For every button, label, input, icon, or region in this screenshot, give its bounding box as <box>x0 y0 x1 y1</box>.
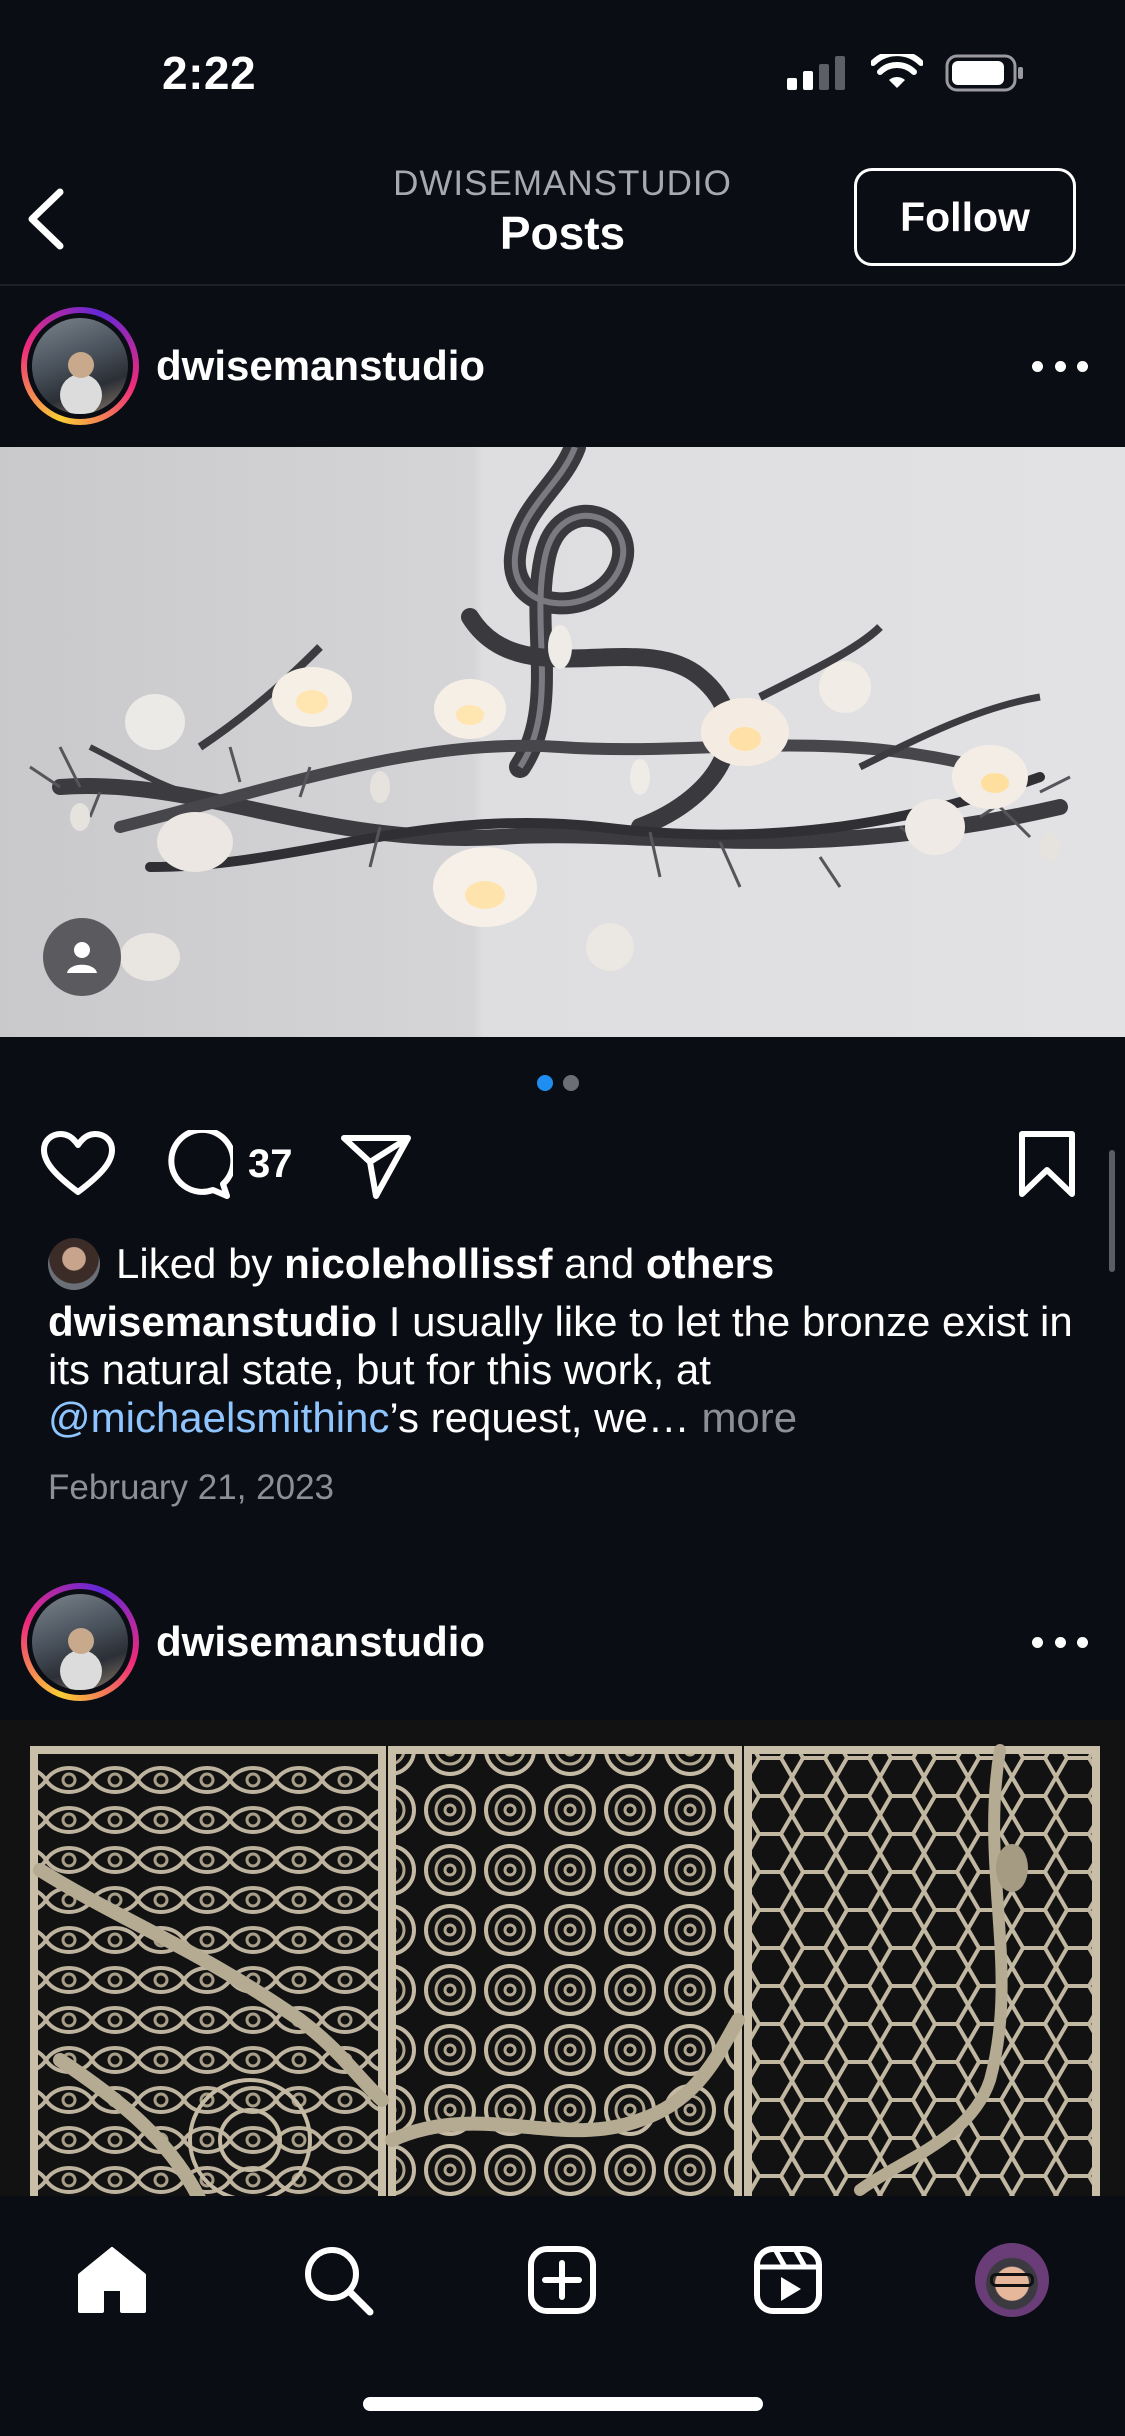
caption-username[interactable]: dwisemanstudio <box>48 1298 377 1345</box>
chandelier-photo <box>29 447 1071 981</box>
post-avatar[interactable] <box>21 1583 139 1701</box>
send-icon <box>341 1135 411 1199</box>
bookmark-icon <box>1019 1131 1075 1197</box>
search-icon <box>305 2247 374 2316</box>
liked-by-user[interactable]: nicolehollissf <box>284 1240 552 1287</box>
profile-avatar <box>975 2243 1049 2317</box>
tagged-people-button[interactable] <box>43 918 121 996</box>
follow-button[interactable]: Follow <box>854 168 1076 266</box>
share-button[interactable] <box>340 1130 412 1200</box>
post-image[interactable] <box>0 1720 1125 2200</box>
tab-profile[interactable] <box>972 2240 1052 2320</box>
save-button[interactable] <box>1018 1130 1076 1198</box>
bronze-screen-photo <box>0 1720 1125 2200</box>
post-date: February 21, 2023 <box>48 1468 335 1507</box>
tab-search[interactable] <box>298 2240 378 2320</box>
scrollbar[interactable] <box>1109 1150 1115 1272</box>
comment-button[interactable] <box>163 1130 233 1200</box>
tab-home[interactable] <box>72 2240 152 2320</box>
carousel-dot <box>563 1075 579 1091</box>
caption-text-2: ’s request, we… <box>389 1394 702 1441</box>
caption-mention[interactable]: @michaelsmithinc <box>48 1394 389 1441</box>
home-indicator <box>363 2397 763 2411</box>
carousel-dot-active <box>537 1075 553 1091</box>
post-avatar[interactable] <box>21 307 139 425</box>
status-icons <box>787 54 1025 92</box>
post-username[interactable]: dwisemanstudio <box>156 342 485 390</box>
create-icon <box>528 2246 596 2314</box>
wifi-icon <box>871 54 923 88</box>
reels-icon <box>754 2246 822 2314</box>
battery-icon <box>945 54 1023 92</box>
home-icon <box>78 2247 146 2313</box>
heart-icon <box>41 1131 115 1195</box>
carousel-indicator <box>537 1075 579 1091</box>
more-options-icon[interactable] <box>1032 1634 1088 1650</box>
liked-by-row[interactable]: Liked by nicolehollissf and others <box>48 1238 774 1290</box>
liker-avatar <box>48 1238 100 1290</box>
tab-create[interactable] <box>522 2240 602 2320</box>
comment-icon <box>168 1130 233 1199</box>
header-divider <box>0 284 1125 286</box>
person-icon <box>67 942 97 973</box>
liked-by-others[interactable]: others <box>646 1240 774 1287</box>
liked-by-prefix: Liked by <box>116 1240 273 1287</box>
more-options-icon[interactable] <box>1032 358 1088 374</box>
liked-by-and: and <box>564 1240 635 1287</box>
caption-more-link[interactable]: more <box>701 1394 797 1441</box>
like-button[interactable] <box>40 1130 116 1198</box>
post-image[interactable] <box>0 447 1125 1037</box>
liked-by-text: Liked by nicolehollissf and others <box>116 1240 774 1288</box>
comment-count[interactable]: 37 <box>248 1142 293 1187</box>
status-time: 2:22 <box>162 47 257 99</box>
cellular-signal-icon <box>787 56 845 90</box>
tab-reels[interactable] <box>748 2240 828 2320</box>
post-username[interactable]: dwisemanstudio <box>156 1618 485 1666</box>
post-caption: dwisemanstudio I usually like to let the… <box>48 1298 1088 1442</box>
